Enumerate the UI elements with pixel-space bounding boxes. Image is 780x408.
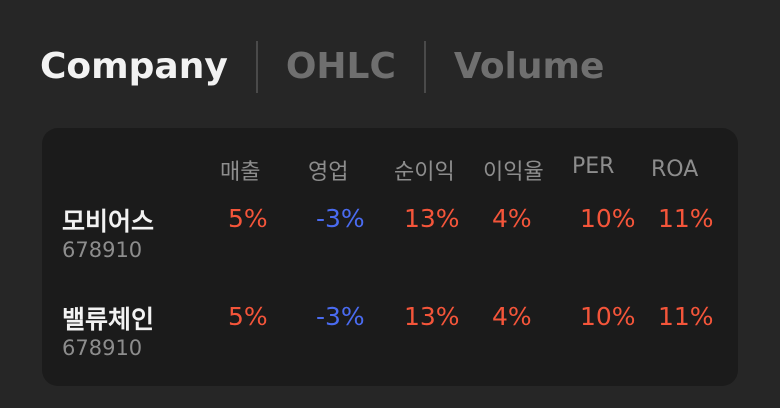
column-header-operating: 영업 [308, 160, 349, 185]
value-operating: -3% [316, 204, 365, 233]
value-per: 10% [580, 204, 636, 233]
value-roa: 11% [658, 302, 714, 331]
column-header-per: PER [572, 154, 615, 179]
column-header-revenue: 매출 [220, 160, 261, 185]
value-per: 10% [580, 302, 636, 331]
tab-bar: Company OHLC Volume [40, 40, 604, 94]
company-code: 678910 [62, 238, 143, 262]
company-code: 678910 [62, 336, 143, 360]
column-header-net-income: 순이익 [394, 160, 455, 185]
company-panel: Company OHLC Volume 매출 영업 순이익 이익율 PER RO… [0, 0, 780, 408]
column-header-roa: ROA [651, 157, 699, 182]
company-name: 모비어스 [62, 207, 155, 236]
value-roa: 11% [658, 204, 714, 233]
table-row[interactable]: 밸류체인 678910 5% -3% 13% 4% 10% 11% [42, 300, 738, 380]
table-row[interactable]: 모비어스 678910 5% -3% 13% 4% 10% 11% [42, 202, 738, 282]
financial-table: 매출 영업 순이익 이익율 PER ROA 모비어스 678910 5% -3%… [42, 128, 738, 386]
value-margin: 4% [492, 302, 532, 331]
tab-divider [423, 41, 426, 93]
value-operating: -3% [316, 302, 365, 331]
tab-volume[interactable]: Volume [454, 40, 605, 94]
company-name: 밸류체인 [62, 305, 155, 334]
tab-company[interactable]: Company [40, 40, 228, 94]
column-header-margin: 이익율 [483, 160, 544, 185]
value-margin: 4% [492, 204, 532, 233]
value-revenue: 5% [228, 204, 268, 233]
tab-ohlc[interactable]: OHLC [286, 40, 396, 94]
tab-divider [255, 41, 258, 93]
value-revenue: 5% [228, 302, 268, 331]
value-net-income: 13% [404, 204, 460, 233]
value-net-income: 13% [404, 302, 460, 331]
